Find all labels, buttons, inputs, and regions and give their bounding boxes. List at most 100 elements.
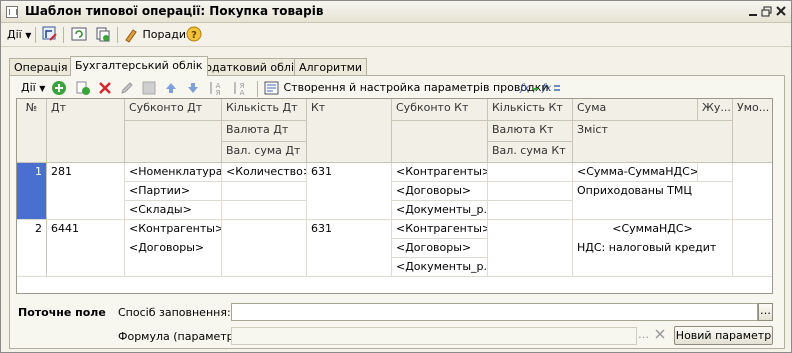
delete-row-button[interactable] bbox=[97, 80, 113, 96]
entries-actions-button[interactable]: Дії ▼ bbox=[21, 80, 45, 96]
cell-subkonto-kt[interactable]: <Контрагенты> bbox=[392, 163, 488, 182]
window-icon bbox=[6, 6, 18, 18]
cell-subkonto-kt[interactable]: <Документы_р... bbox=[392, 258, 488, 277]
entries-toolbar: Дії ▼ AЯ ЯA Створення й настройка параме… bbox=[13, 78, 773, 98]
pencil-icon bbox=[121, 82, 133, 94]
clear-icon bbox=[655, 329, 665, 339]
cell-kt[interactable]: 631 bbox=[307, 220, 392, 277]
col-header-sum[interactable]: Сума bbox=[573, 99, 698, 121]
tab-accounting[interactable]: Бухгалтерський облік bbox=[70, 56, 208, 76]
entries-actions-label: Дії bbox=[21, 81, 36, 94]
edit-row-button[interactable] bbox=[119, 80, 135, 96]
tab-tax-accounting[interactable]: Податковий облік bbox=[192, 58, 306, 76]
formula-field[interactable] bbox=[231, 327, 637, 345]
col-header-journal[interactable]: Жу... bbox=[698, 99, 733, 121]
cell-dt[interactable]: 281 bbox=[47, 163, 125, 220]
cell-subkonto-dt[interactable]: <Склады> bbox=[125, 201, 222, 220]
svg-text:fx: fx bbox=[541, 83, 552, 94]
tab-operation[interactable]: Операція bbox=[9, 58, 73, 76]
cell-subkonto-dt[interactable]: <Договоры> bbox=[125, 239, 222, 258]
refresh-button[interactable] bbox=[71, 26, 87, 42]
cell-subkonto-dt[interactable]: <Номенклатура> bbox=[125, 163, 222, 182]
tips-button[interactable]: Поради bbox=[123, 26, 186, 44]
close-button[interactable] bbox=[773, 4, 789, 19]
move-up-button[interactable] bbox=[163, 80, 179, 96]
fill-method-label: Спосіб заповнення: bbox=[118, 306, 231, 319]
end-edit-button[interactable] bbox=[141, 80, 157, 96]
params-icon bbox=[264, 81, 279, 95]
cell-val-sum-dt[interactable] bbox=[222, 201, 307, 220]
col-header-condition[interactable]: Умо... bbox=[733, 99, 772, 163]
cell-condition[interactable] bbox=[733, 220, 772, 277]
cell-condition[interactable] bbox=[733, 163, 772, 220]
col-header-currency-dt[interactable]: Валюта Дт bbox=[222, 121, 307, 142]
cell-subkonto-dt[interactable] bbox=[125, 258, 222, 277]
chevron-down-icon: ▼ bbox=[39, 84, 46, 93]
tab-algorithms[interactable]: Алгоритми bbox=[294, 58, 368, 76]
sort-descending-button[interactable]: ЯA bbox=[231, 80, 247, 96]
col-header-currency-kt[interactable]: Валюта Кт bbox=[488, 121, 573, 142]
fill-method-select-button[interactable]: … bbox=[758, 303, 773, 321]
create-params-button[interactable]: Створення й настройка параметрів проводк… bbox=[264, 80, 549, 96]
cell-kt[interactable]: 631 bbox=[307, 163, 392, 220]
copy-document-button[interactable] bbox=[95, 26, 111, 42]
cell-subkonto-dt[interactable]: <Контрагенты> bbox=[125, 220, 222, 239]
fill-method-field[interactable] bbox=[231, 303, 758, 321]
sort-descending-icon: ЯA bbox=[234, 82, 245, 96]
cell-qty-dt[interactable]: <Количество> bbox=[222, 163, 307, 182]
copy-row-icon bbox=[76, 81, 90, 95]
col-header-content[interactable]: Зміст bbox=[573, 121, 733, 163]
arrow-up-icon bbox=[166, 83, 176, 93]
formula-clear-button[interactable] bbox=[654, 328, 666, 340]
cell-subkonto-kt[interactable]: <Договоры> bbox=[392, 182, 488, 201]
cell-qty-kt[interactable] bbox=[488, 163, 573, 182]
cell-journal[interactable] bbox=[698, 163, 733, 182]
col-header-qty-kt[interactable]: Кількість Кт bbox=[488, 99, 573, 121]
save-close-icon bbox=[42, 26, 57, 41]
col-header-qty-dt[interactable]: Кількість Дт bbox=[222, 99, 307, 121]
main-toolbar: Дії ▼ Поради ? bbox=[1, 23, 791, 47]
cell-currency-dt[interactable] bbox=[222, 182, 307, 201]
close-icon bbox=[776, 6, 786, 16]
formula-button[interactable]: fx bbox=[519, 80, 539, 96]
col-header-subkonto-dt[interactable]: Субконто Дт bbox=[125, 99, 222, 121]
save-and-close-button[interactable] bbox=[42, 26, 58, 42]
formula-select-button[interactable]: … bbox=[638, 328, 649, 341]
col-header-val-sum-dt[interactable]: Вал. сума Дт bbox=[222, 142, 307, 163]
cell-currency-kt[interactable] bbox=[488, 182, 573, 201]
current-field-label: Поточне поле bbox=[18, 306, 106, 319]
col-header-kt[interactable]: Кт bbox=[307, 99, 392, 163]
copy-document-icon bbox=[96, 27, 110, 42]
formula-edit-button[interactable]: fx bbox=[541, 80, 561, 96]
move-down-button[interactable] bbox=[185, 80, 201, 96]
col-header-num[interactable]: № bbox=[17, 99, 47, 163]
cell-subkonto-kt[interactable]: <Контрагенты> bbox=[392, 220, 488, 239]
actions-menu-button[interactable]: Дії ▼ bbox=[7, 26, 31, 44]
formula-edit-icon: fx bbox=[541, 83, 560, 94]
actions-menu-label: Дії bbox=[7, 28, 22, 41]
svg-text:fx: fx bbox=[519, 83, 530, 94]
cell-content[interactable]: Оприходованы ТМЦ bbox=[573, 182, 733, 220]
cell-val-sum-kt[interactable] bbox=[488, 201, 573, 220]
add-row-button[interactable] bbox=[51, 80, 67, 96]
col-header-dt[interactable]: Дт bbox=[47, 99, 125, 163]
cell-sum[interactable]: <Сумма-СуммаНДС> bbox=[573, 163, 698, 182]
cell-qty-kt[interactable] bbox=[488, 220, 573, 277]
col-header-subkonto-kt[interactable]: Субконто Кт bbox=[392, 99, 488, 121]
row-number[interactable]: 1 bbox=[17, 163, 47, 220]
cell-subkonto-kt[interactable]: <Договоры> bbox=[392, 239, 488, 258]
new-parameter-button[interactable]: Новий параметр bbox=[674, 326, 773, 345]
cell-qty-dt[interactable] bbox=[222, 220, 307, 277]
col-header-blank bbox=[392, 121, 488, 163]
cell-subkonto-dt[interactable]: <Партии> bbox=[125, 182, 222, 201]
cell-dt[interactable]: 6441 bbox=[47, 220, 125, 277]
col-header-val-sum-kt[interactable]: Вал. сума Кт bbox=[488, 142, 573, 163]
cell-subkonto-kt[interactable]: <Документы_р... bbox=[392, 201, 488, 220]
entries-table[interactable]: № Дт Субконто Дт Кількість Дт Кт Субконт… bbox=[16, 98, 773, 294]
cell-sum[interactable]: <СуммаНДС> bbox=[573, 220, 733, 239]
cell-content[interactable]: НДС: налоговый кредит bbox=[573, 239, 733, 277]
sort-ascending-button[interactable]: AЯ bbox=[207, 80, 223, 96]
help-button[interactable]: ? bbox=[186, 26, 202, 42]
copy-row-button[interactable] bbox=[75, 80, 91, 96]
row-number[interactable]: 2 bbox=[17, 220, 47, 277]
